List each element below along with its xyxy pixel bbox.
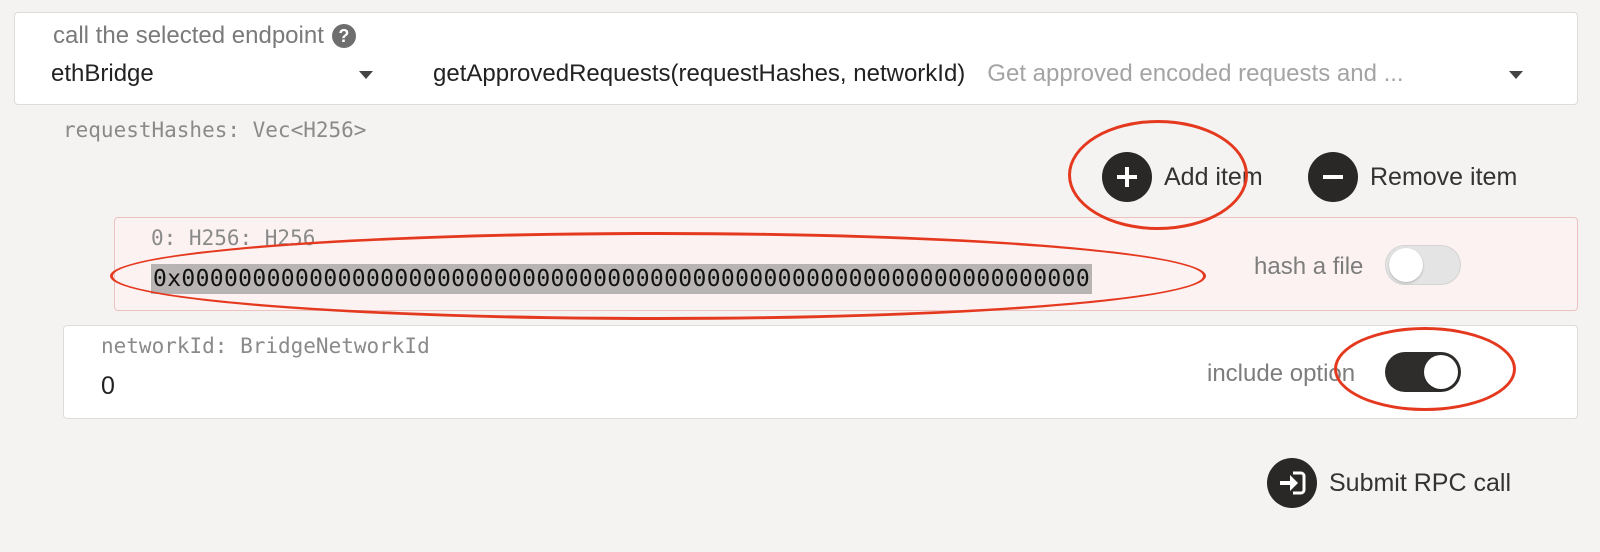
method-dropdown[interactable]: getApprovedRequests(requestHashes, netwo… bbox=[433, 60, 1563, 92]
hash-input[interactable]: 0x00000000000000000000000000000000000000… bbox=[151, 264, 1093, 294]
section-dropdown-value: ethBridge bbox=[51, 60, 154, 87]
sign-in-icon bbox=[1267, 458, 1317, 508]
include-option-label: include option bbox=[1207, 360, 1356, 387]
caret-down-icon bbox=[1509, 71, 1523, 79]
minus-circle-icon bbox=[1308, 152, 1358, 202]
add-item-button[interactable]: Add item bbox=[1102, 152, 1263, 202]
question-circle-icon[interactable]: ? bbox=[331, 24, 356, 48]
toggle-knob bbox=[1424, 355, 1458, 389]
network-id-input[interactable]: 0 bbox=[101, 372, 115, 401]
request-hashes-label: requestHashes: Vec<H256> bbox=[63, 118, 367, 142]
toggle-knob bbox=[1389, 248, 1423, 282]
endpoint-selector-card: call the selected endpoint ? ethBridge g… bbox=[14, 12, 1578, 105]
remove-item-button[interactable]: Remove item bbox=[1308, 152, 1517, 202]
network-id-card: networkId: BridgeNetworkId 0 include opt… bbox=[63, 325, 1578, 419]
endpoint-label-text: call the selected endpoint bbox=[53, 22, 324, 49]
method-name: getApprovedRequests(requestHashes, netwo… bbox=[433, 60, 966, 87]
endpoint-label: call the selected endpoint ? bbox=[53, 22, 356, 50]
submit-rpc-label: Submit RPC call bbox=[1329, 468, 1511, 497]
include-option-toggle[interactable] bbox=[1385, 352, 1461, 392]
item-label: 0: H256: H256 bbox=[151, 226, 316, 250]
method-description: Get approved encoded requests and ... bbox=[987, 60, 1404, 87]
hash-file-toggle[interactable] bbox=[1385, 245, 1461, 285]
section-dropdown[interactable]: ethBridge bbox=[51, 60, 381, 92]
remove-item-label: Remove item bbox=[1370, 162, 1518, 191]
hash-file-label: hash a file bbox=[1254, 253, 1364, 280]
plus-circle-icon bbox=[1102, 152, 1152, 202]
network-id-label: networkId: BridgeNetworkId bbox=[101, 334, 430, 358]
submit-rpc-button[interactable]: Submit RPC call bbox=[1267, 458, 1511, 508]
caret-down-icon bbox=[359, 71, 373, 79]
add-item-label: Add item bbox=[1164, 162, 1263, 191]
request-hash-item: 0: H256: H256 0x000000000000000000000000… bbox=[114, 217, 1578, 311]
